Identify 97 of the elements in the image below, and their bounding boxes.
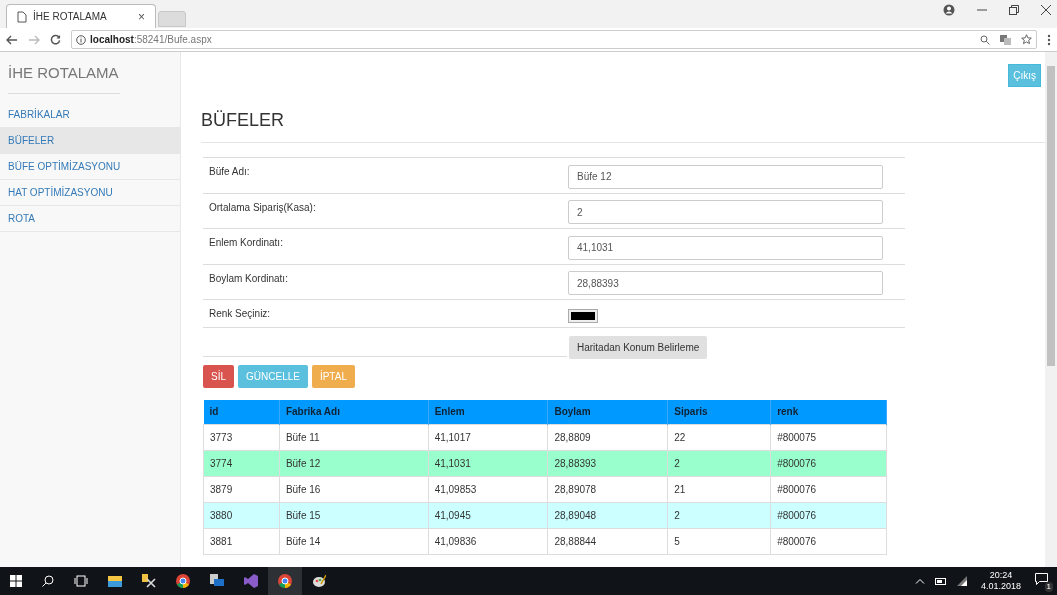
menu-icon[interactable] [1047,33,1051,46]
field-label: Enlem Kordinatı: [208,236,284,250]
reload-icon[interactable] [50,34,61,45]
sidebar-item[interactable]: FABRİKALAR [0,101,180,128]
table-cell: 21 [667,476,771,502]
table-cell: 28,89048 [547,502,668,528]
close-icon[interactable] [1041,5,1051,15]
chrome-icon [278,574,292,588]
table-cell: 3880 [203,502,280,528]
address-field[interactable]: localhost:58241/Bufe.aspx [71,30,1037,49]
table-row[interactable]: 3881 Büfe 14 41,09836 28,88844 5 #800076 [203,528,887,554]
sidebar-item[interactable]: ROTA [0,205,180,232]
table-cell: 3879 [203,476,280,502]
table-cell: 28,89078 [547,476,668,502]
table-cell: 3773 [203,424,280,450]
table-cell: Büfe 14 [279,528,429,554]
page-icon [17,10,27,23]
scrollbar[interactable] [1045,52,1057,567]
windows-start-icon[interactable] [10,575,22,587]
url-text: localhost:58241/Bufe.aspx [90,33,213,47]
table-cell: 28,8809 [547,424,668,450]
column-header[interactable]: id [203,400,280,424]
chevron-up-icon[interactable] [914,578,925,584]
column-header[interactable]: Boylam [547,400,668,424]
battery-icon[interactable] [934,577,947,585]
text-field[interactable]: 28,88393 [568,271,883,295]
table-row[interactable]: 3879 Büfe 16 41,09853 28,89078 21 #800076 [203,476,887,502]
table-row[interactable]: 3773 Büfe 11 41,1017 28,8809 22 #800075 [203,424,887,450]
column-header[interactable]: Enlem [428,400,548,424]
text-field[interactable]: 41,1031 [568,235,883,260]
table-cell: 3881 [203,528,280,554]
table-cell: #800076 [770,528,887,554]
action-button[interactable]: SİL [203,365,234,388]
profile-icon[interactable] [943,4,955,16]
table-cell: 5 [667,528,771,554]
wifi-icon[interactable] [956,576,967,586]
chrome-icon[interactable] [176,574,190,588]
table-cell: 28,88393 [547,450,668,476]
table-cell: #800076 [770,502,887,528]
field-label: Renk Seçiniz: [208,307,272,321]
star-icon[interactable] [1021,34,1032,45]
table-cell: 41,1031 [428,450,548,476]
table-cell: Büfe 15 [279,502,429,528]
table-cell: Büfe 11 [279,424,429,450]
search-icon[interactable] [42,575,54,587]
column-header[interactable]: renk [770,400,887,424]
folder-icon[interactable] [108,575,122,587]
notification-icon [1035,573,1048,585]
table-cell: 41,1017 [428,424,548,450]
table-cell: Büfe 12 [279,450,429,476]
text-field[interactable]: 2 [568,200,883,224]
color-picker[interactable] [568,309,598,323]
table-cell: 2 [667,502,771,528]
text-field[interactable]: Büfe 12 [568,164,883,189]
clock-date: 4.01.2018 [980,581,1021,592]
table-cell: 41,09836 [428,528,548,554]
tab-title: İHE ROTALAMA [33,9,108,24]
field-label: Boylam Kordinatı: [208,271,289,286]
info-icon [76,34,86,45]
table-cell: #800075 [770,424,887,450]
translate-icon[interactable] [1000,34,1011,45]
task-view-icon[interactable] [74,575,88,587]
table-row[interactable]: 3880 Büfe 15 41,0945 28,89048 2 #800076 [203,502,887,528]
sidebar-item[interactable]: BÜFE OPTİMİZASYONU [0,153,180,180]
sidebar-item[interactable]: BÜFELER [0,127,180,154]
map-location-button[interactable]: Haritadan Konum Belirleme [569,336,708,359]
close-tab-icon[interactable]: × [138,7,145,26]
table-cell: 3774 [203,450,280,476]
tools-icon[interactable] [142,574,156,588]
table-cell: 41,09853 [428,476,548,502]
zoom-icon[interactable] [980,34,990,45]
notification-button[interactable]: 1 [1035,573,1051,589]
table-cell: 28,88844 [547,528,668,554]
clock[interactable]: 20:24 4.01.2018 [976,570,1025,592]
field-label: Ortalama Sipariş(Kasa): [208,200,317,215]
table-cell: Büfe 16 [279,476,429,502]
restore-icon[interactable] [1009,5,1019,15]
clock-time: 20:24 [989,570,1013,581]
table-cell: #800076 [770,476,887,502]
table-row[interactable]: 3774 Büfe 12 41,1031 28,88393 2 #800076 [203,450,887,476]
table-cell: #800076 [770,450,887,476]
table-cell: 22 [667,424,771,450]
paint-icon[interactable] [312,574,326,588]
back-icon[interactable] [6,34,18,45]
browser-tab[interactable]: İHE ROTALAMA × [6,4,156,28]
page-heading: BÜFELER [201,107,1045,143]
field-label: Büfe Adı: [208,165,251,179]
chrome-taskbar-button[interactable] [268,567,302,595]
remote-desktop-icon[interactable] [210,574,224,588]
brand-title: İHE ROTALAMA [8,62,120,94]
table-cell: 2 [667,450,771,476]
sidebar-item[interactable]: HAT OPTİMİZASYONU [0,179,180,206]
table-cell: 41,0945 [428,502,548,528]
notification-count: 1 [1044,582,1053,592]
column-header[interactable]: Siparis [667,400,771,424]
column-header[interactable]: Fabrika Adı [279,400,429,424]
visual-studio-icon[interactable] [244,574,258,588]
